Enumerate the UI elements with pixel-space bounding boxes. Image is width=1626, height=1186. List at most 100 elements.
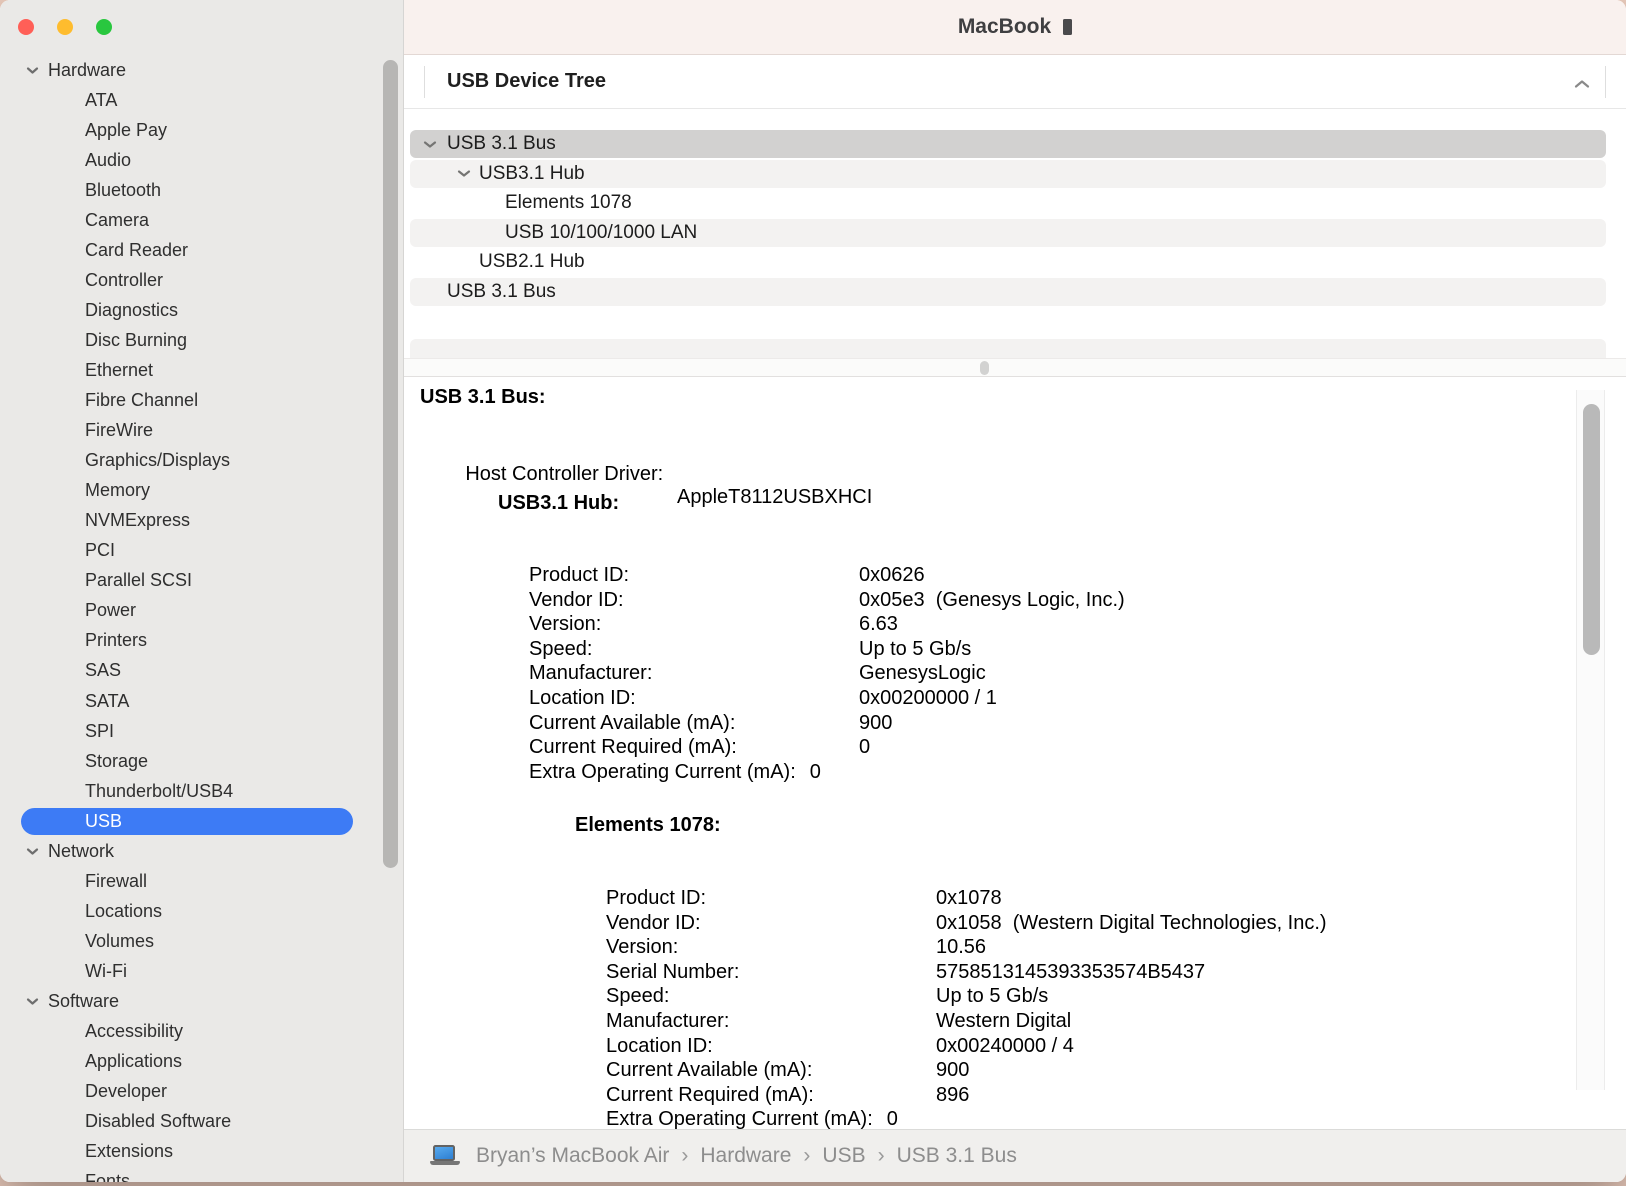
sidebar-item-label: Graphics/Displays [85, 450, 230, 471]
minimize-button[interactable] [57, 19, 73, 35]
block-cursor-icon [1063, 19, 1072, 35]
sidebar-item-locations[interactable]: Locations [0, 896, 403, 926]
breadcrumb: Bryan’s MacBook Air›Hardware›USB›USB 3.1… [430, 1144, 1023, 1168]
detail-value: 896 [936, 1084, 969, 1107]
breadcrumb-separator: › [803, 1144, 810, 1168]
sidebar-item-ata[interactable]: ATA [0, 85, 403, 115]
sidebar-item-bluetooth[interactable]: Bluetooth [0, 175, 403, 205]
sidebar-scrollbar[interactable] [383, 60, 398, 868]
detail-value: 6.63 [859, 613, 898, 636]
sidebar-group-software[interactable]: Software [0, 986, 403, 1016]
sidebar-item-camera[interactable]: Camera [0, 205, 403, 235]
sidebar-item-volumes[interactable]: Volumes [0, 926, 403, 956]
detail-value: 0 [887, 1108, 898, 1129]
sidebar-item-wi-fi[interactable]: Wi-Fi [0, 956, 403, 986]
header-divider-right [1605, 66, 1606, 98]
sidebar-item-applications[interactable]: Applications [0, 1047, 403, 1077]
tree-row-label: Elements 1078 [505, 192, 632, 214]
sidebar-item-developer[interactable]: Developer [0, 1077, 403, 1107]
detail-row: Manufacturer:Western Digital [606, 1010, 729, 1035]
sidebar-item-audio[interactable]: Audio [0, 145, 403, 175]
sidebar-item-extensions[interactable]: Extensions [0, 1137, 403, 1167]
sidebar-group-label: Software [48, 991, 119, 1012]
detail-row: Location ID:0x00240000 / 4 [606, 1035, 713, 1060]
close-button[interactable] [18, 19, 34, 35]
section-heading: Elements 1078: [575, 814, 721, 837]
sidebar-item-accessibility[interactable]: Accessibility [0, 1017, 403, 1047]
detail-value: 900 [859, 712, 892, 735]
sidebar-item-sas[interactable]: SAS [0, 656, 403, 686]
sidebar-item-usb[interactable]: USB [0, 806, 403, 836]
sidebar-item-power[interactable]: Power [0, 596, 403, 626]
sidebar-item-label: Locations [85, 901, 162, 922]
sidebar-item-label: USB [85, 811, 122, 832]
chevron-up-icon[interactable] [1570, 75, 1594, 93]
sidebar-item-firewire[interactable]: FireWire [0, 416, 403, 446]
detail-label: Product ID: [529, 564, 629, 586]
detail-label: Vendor ID: [606, 912, 701, 934]
detail-label: Current Required (mA): [529, 736, 737, 758]
sidebar-group-hardware[interactable]: Hardware [0, 55, 403, 85]
breadcrumb-separator: › [681, 1144, 688, 1168]
sidebar-item-nvmexpress[interactable]: NVMExpress [0, 506, 403, 536]
chevron-down-icon[interactable] [457, 169, 471, 178]
tree-row-elements-1078[interactable]: Elements 1078 [410, 189, 1606, 217]
sidebar-item-label: Volumes [85, 931, 154, 952]
tree-row-usb-3-1-bus[interactable]: USB 3.1 Bus [410, 130, 1606, 158]
sidebar-group-label: Network [48, 841, 114, 862]
zoom-button[interactable] [96, 19, 112, 35]
tree-row-usb-3-1-bus[interactable]: USB 3.1 Bus [410, 278, 1606, 306]
sidebar-item-disc-burning[interactable]: Disc Burning [0, 325, 403, 355]
sidebar-item-diagnostics[interactable]: Diagnostics [0, 295, 403, 325]
sidebar-item-memory[interactable]: Memory [0, 476, 403, 506]
details-scrollbar-thumb[interactable] [1583, 404, 1600, 655]
window-controls [18, 19, 112, 35]
sidebar-item-thunderbolt-usb4[interactable]: Thunderbolt/USB4 [0, 776, 403, 806]
sidebar-item-apple-pay[interactable]: Apple Pay [0, 115, 403, 145]
sidebar-item-parallel-scsi[interactable]: Parallel SCSI [0, 566, 403, 596]
sidebar-item-label: Power [85, 600, 136, 621]
chevron-down-icon[interactable] [423, 140, 437, 149]
detail-label: Extra Operating Current (mA): [606, 1108, 873, 1129]
detail-label: Location ID: [606, 1035, 713, 1057]
sidebar-item-storage[interactable]: Storage [0, 746, 403, 776]
detail-label: Current Required (mA): [606, 1084, 814, 1106]
sidebar-item-sata[interactable]: SATA [0, 686, 403, 716]
sidebar-item-label: Memory [85, 480, 150, 501]
sidebar-item-disabled-software[interactable]: Disabled Software [0, 1107, 403, 1137]
sidebar-item-label: Bluetooth [85, 180, 161, 201]
sidebar-item-label: Thunderbolt/USB4 [85, 781, 233, 802]
sidebar-item-card-reader[interactable]: Card Reader [0, 235, 403, 265]
sidebar-item-label: Audio [85, 150, 131, 171]
sidebar-item-label: SAS [85, 660, 121, 681]
tree-row-usb3-1-hub[interactable]: USB3.1 Hub [410, 160, 1606, 188]
section-heading: USB3.1 Hub: [498, 492, 619, 515]
sidebar-item-label: Firewall [85, 871, 147, 892]
details-panel: USB 3.1 Bus: Host Controller Driver: App… [404, 377, 1626, 1129]
sidebar-item-spi[interactable]: SPI [0, 716, 403, 746]
sidebar-item-pci[interactable]: PCI [0, 536, 403, 566]
sidebar-item-printers[interactable]: Printers [0, 626, 403, 656]
tree-row-usb-10-100-1000-lan[interactable]: USB 10/100/1000 LAN [410, 219, 1606, 247]
sidebar-item-graphics-displays[interactable]: Graphics/Displays [0, 446, 403, 476]
detail-value: 0 [859, 736, 870, 759]
sidebar-item-fonts[interactable]: Fonts [0, 1167, 403, 1182]
sidebar-item-controller[interactable]: Controller [0, 265, 403, 295]
detail-label: Speed: [606, 985, 669, 1007]
system-information-window: Hardware ATA Apple Pay Audio Bluetooth Camera… [0, 0, 1626, 1182]
sidebar-item-label: Fibre Channel [85, 390, 198, 411]
sidebar-item-label: Diagnostics [85, 300, 178, 321]
sidebar-item-ethernet[interactable]: Ethernet [0, 355, 403, 385]
sidebar-item-firewall[interactable]: Firewall [0, 866, 403, 896]
detail-value: 0x05e3 (Genesys Logic, Inc.) [859, 589, 1125, 612]
detail-label: Version: [606, 936, 678, 958]
detail-value: 0x1078 [936, 887, 1002, 910]
tree-row-usb2-1-hub[interactable]: USB2.1 Hub [410, 248, 1606, 276]
splitter-handle[interactable] [980, 361, 989, 375]
detail-row: Version:6.63 [529, 613, 601, 638]
sidebar-item-label: ATA [85, 90, 117, 111]
detail-value: Up to 5 Gb/s [936, 985, 1048, 1008]
chevron-down-icon [26, 66, 39, 75]
sidebar-group-network[interactable]: Network [0, 836, 403, 866]
sidebar-item-fibre-channel[interactable]: Fibre Channel [0, 386, 403, 416]
